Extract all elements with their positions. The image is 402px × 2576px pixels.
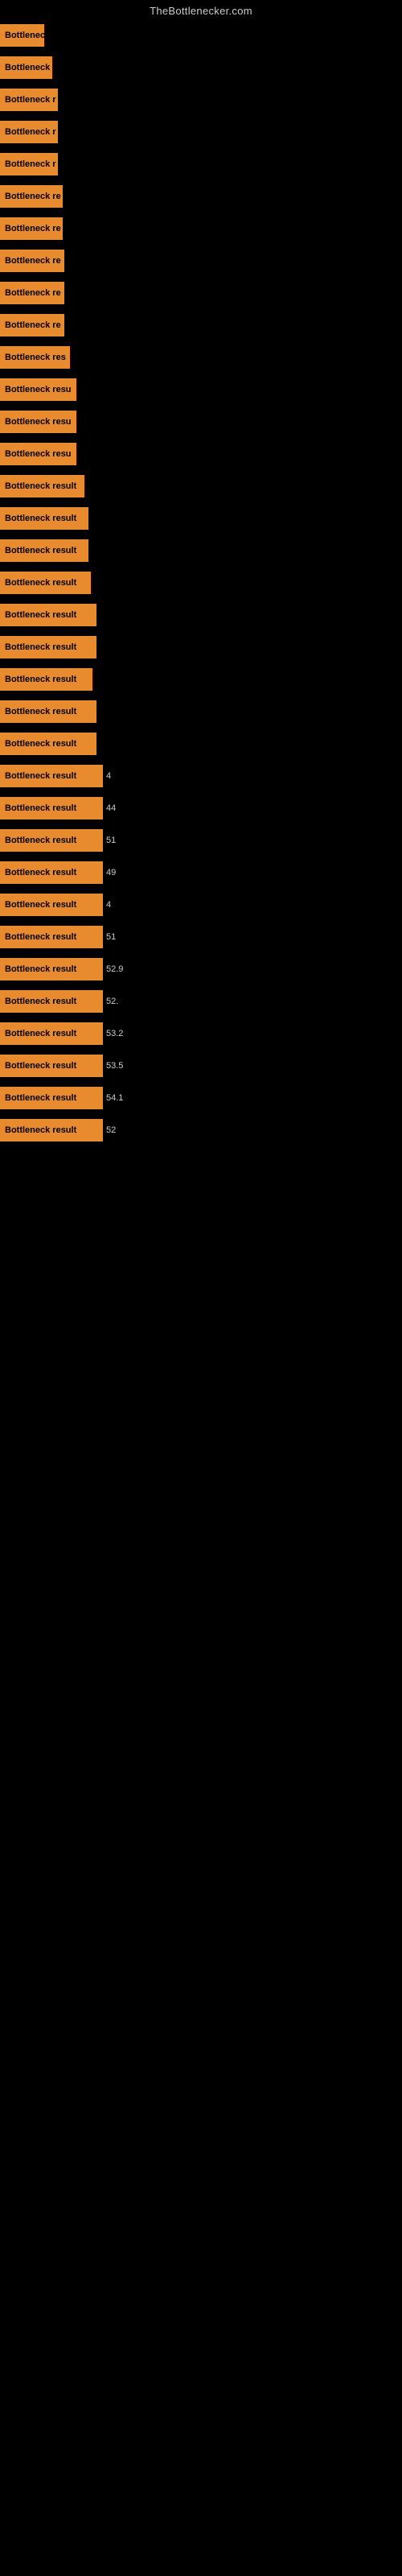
- bar-label: Bottleneck result: [0, 797, 103, 819]
- bar-label: Bottleneck result: [0, 765, 103, 787]
- bar-row: Bottleneck resu: [0, 374, 402, 405]
- bar-label: Bottleneck result: [0, 829, 103, 852]
- bar-label: Bottleneck result: [0, 507, 88, 530]
- bar-label: Bottleneck result: [0, 668, 92, 691]
- bar-row: Bottleneck re: [0, 181, 402, 212]
- bar-row: Bottleneck result: [0, 503, 402, 534]
- bar-row: Bottleneck result51: [0, 825, 402, 856]
- bar-label: Bottleneck r: [0, 153, 58, 175]
- bar-row: Bottleneck result: [0, 568, 402, 598]
- site-title: TheBottlenecker.com: [0, 0, 402, 20]
- bar-row: Bottleneck result44: [0, 793, 402, 824]
- bar-label: Bottleneck: [0, 24, 44, 47]
- bar-value: 52.9: [106, 964, 123, 974]
- bar-row: Bottleneck result: [0, 632, 402, 663]
- bar-value: 54.1: [106, 1093, 123, 1103]
- bar-label: Bottleneck re: [0, 314, 64, 336]
- bar-row: Bottleneck result53.5: [0, 1051, 402, 1081]
- bar-row: Bottleneck result52: [0, 1115, 402, 1146]
- bar-value: 51: [106, 836, 116, 845]
- bar-row: Bottleneck result: [0, 471, 402, 502]
- bar-value: 49: [106, 868, 116, 877]
- bar-value: 53.2: [106, 1029, 123, 1038]
- bar-label: Bottleneck r: [0, 121, 58, 143]
- bar-row: Bottleneck result: [0, 696, 402, 727]
- bar-row: Bottleneck result51: [0, 922, 402, 952]
- bar-label: Bottleneck re: [0, 185, 63, 208]
- bar-value: 52: [106, 1125, 116, 1135]
- bar-value: 4: [106, 900, 111, 910]
- bar-label: Bottleneck result: [0, 700, 96, 723]
- bar-row: Bottleneck re: [0, 246, 402, 276]
- bar-row: Bottleneck result: [0, 664, 402, 695]
- bar-row: Bottleneck result: [0, 600, 402, 630]
- bar-label: Bottleneck result: [0, 958, 103, 980]
- bar-row: Bottleneck result4: [0, 761, 402, 791]
- bar-row: Bottleneck result: [0, 729, 402, 759]
- bar-label: Bottleneck resu: [0, 443, 76, 465]
- bar-label: Bottleneck result: [0, 1022, 103, 1045]
- bar-value: 52.: [106, 997, 118, 1006]
- bar-label: Bottleneck re: [0, 282, 64, 304]
- bar-label: Bottleneck result: [0, 1119, 103, 1141]
- bar-row: Bottleneck re: [0, 213, 402, 244]
- bar-label: Bottleneck result: [0, 475, 84, 497]
- bar-value: 51: [106, 932, 116, 942]
- bar-row: Bottleneck re: [0, 310, 402, 341]
- bar-label: Bottleneck result: [0, 572, 91, 594]
- bar-label: Bottleneck result: [0, 926, 103, 948]
- bar-row: Bottleneck r: [0, 52, 402, 83]
- bar-row: Bottleneck result4: [0, 890, 402, 920]
- bar-row: Bottleneck: [0, 20, 402, 51]
- bar-row: Bottleneck result54.1: [0, 1083, 402, 1113]
- bar-label: Bottleneck re: [0, 217, 63, 240]
- bar-label: Bottleneck result: [0, 1055, 103, 1077]
- bar-row: Bottleneck result52.: [0, 986, 402, 1017]
- bar-value: 4: [106, 771, 111, 781]
- bar-label: Bottleneck r: [0, 89, 58, 111]
- bar-row: Bottleneck re: [0, 278, 402, 308]
- bar-label: Bottleneck resu: [0, 378, 76, 401]
- bar-row: Bottleneck r: [0, 85, 402, 115]
- bar-label: Bottleneck result: [0, 990, 103, 1013]
- bar-value: 53.5: [106, 1061, 123, 1071]
- bar-row: Bottleneck result52.9: [0, 954, 402, 985]
- bar-row: Bottleneck resu: [0, 439, 402, 469]
- bar-label: Bottleneck result: [0, 733, 96, 755]
- bar-label: Bottleneck resu: [0, 411, 76, 433]
- bar-row: Bottleneck result49: [0, 857, 402, 888]
- bar-row: Bottleneck resu: [0, 407, 402, 437]
- bar-row: Bottleneck res: [0, 342, 402, 373]
- bar-label: Bottleneck result: [0, 1087, 103, 1109]
- bar-label: Bottleneck result: [0, 861, 103, 884]
- bar-row: Bottleneck r: [0, 117, 402, 147]
- bar-value: 44: [106, 803, 116, 813]
- bar-label: Bottleneck result: [0, 604, 96, 626]
- bar-label: Bottleneck re: [0, 250, 64, 272]
- bar-label: Bottleneck result: [0, 636, 96, 658]
- bar-label: Bottleneck res: [0, 346, 70, 369]
- bar-row: Bottleneck result: [0, 535, 402, 566]
- bar-row: Bottleneck r: [0, 149, 402, 180]
- bar-row: Bottleneck result53.2: [0, 1018, 402, 1049]
- bar-label: Bottleneck result: [0, 894, 103, 916]
- bar-label: Bottleneck result: [0, 539, 88, 562]
- bar-label: Bottleneck r: [0, 56, 52, 79]
